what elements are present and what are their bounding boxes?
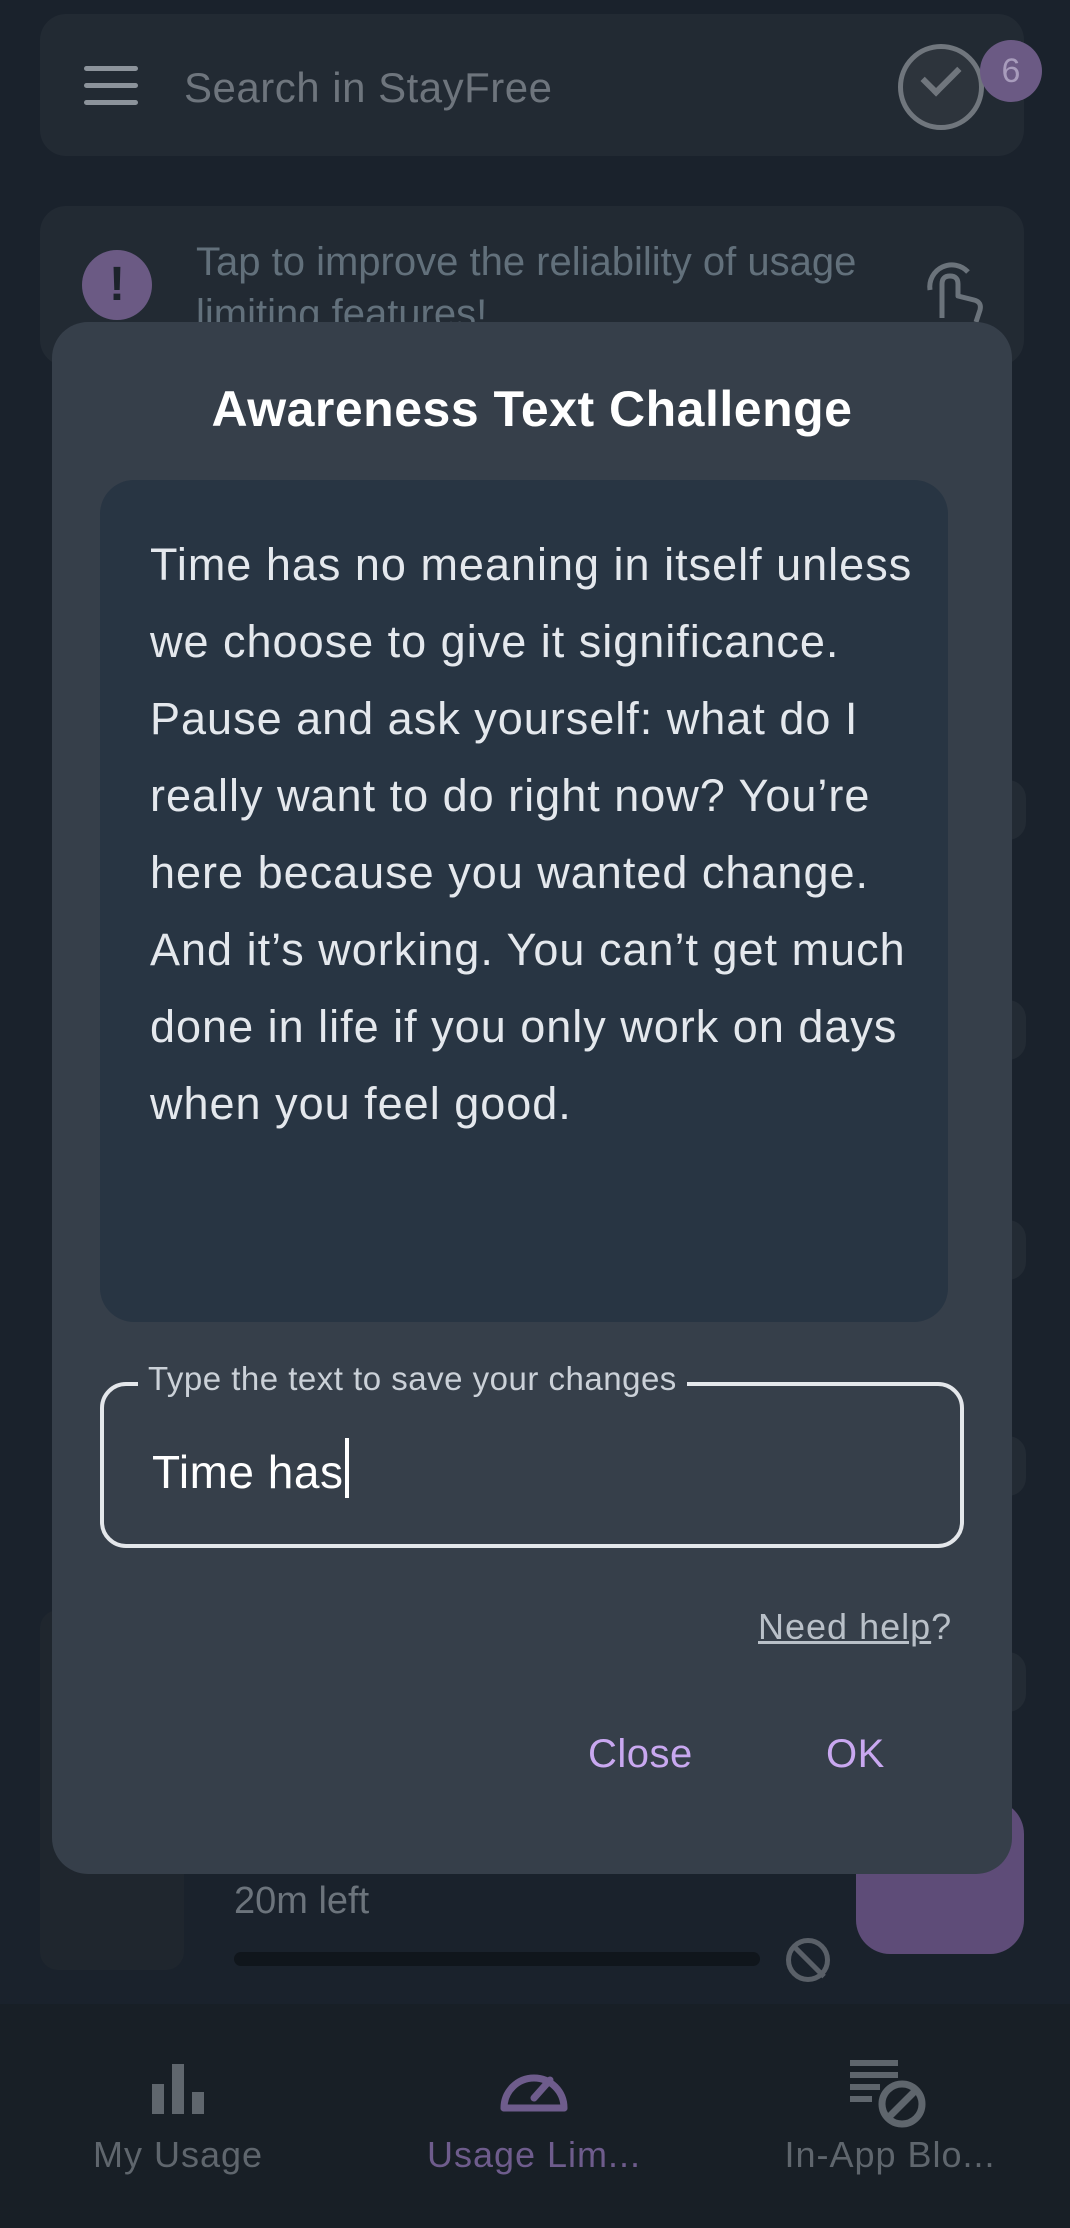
search-placeholder[interactable]: Search in StayFree [184,64,553,112]
block-icon[interactable] [786,1938,830,1982]
time-left-label: 20m left [234,1880,370,1922]
quote-text: Time has no meaning in itself unless we … [150,539,913,1129]
hamburger-menu-icon[interactable] [84,66,138,106]
challenge-text-field[interactable]: Type the text to save your changes Time … [100,1360,964,1548]
ok-button[interactable]: OK [826,1732,885,1777]
dialog-title: Awareness Text Challenge [211,381,853,437]
notification-badge: 6 [980,40,1042,102]
nav-in-app-blocking[interactable]: In-App Blo... [712,2004,1068,2228]
nav-my-usage[interactable]: My Usage [0,2004,356,2228]
speedometer-icon [500,2074,568,2112]
help-link-text[interactable]: Need help [758,1606,931,1647]
goals-check-icon[interactable] [898,44,984,130]
list-block-icon [850,2060,926,2128]
nav-label: Usage Lim... [426,2134,642,2175]
text-caret [345,1438,350,1498]
bar-chart-icon [152,2064,204,2114]
quote-box: Time has no meaning in itself unless we … [100,480,948,1322]
search-bar[interactable]: Search in StayFree 6 [40,14,1042,156]
field-value-text: Time has [152,1446,344,1498]
help-suffix: ? [931,1606,953,1647]
field-input[interactable]: Time has [152,1438,350,1499]
need-help-link[interactable]: Need help? [758,1606,952,1648]
nav-label: My Usage [92,2134,264,2175]
nav-label: In-App Blo... [784,2134,996,2175]
nav-usage-limits[interactable]: Usage Lim... [356,2004,712,2228]
awareness-challenge-dialog: Awareness Text Challenge Time has no mea… [52,322,1012,1874]
usage-progress-bar [234,1952,760,1966]
bottom-navigation: My Usage Usage Lim... In-App Blo... [0,2004,1070,2228]
tap-gesture-icon [927,262,983,323]
warning-icon: ! [82,250,152,320]
field-label: Type the text to save your changes [138,1360,687,1398]
close-button[interactable]: Close [588,1732,693,1777]
